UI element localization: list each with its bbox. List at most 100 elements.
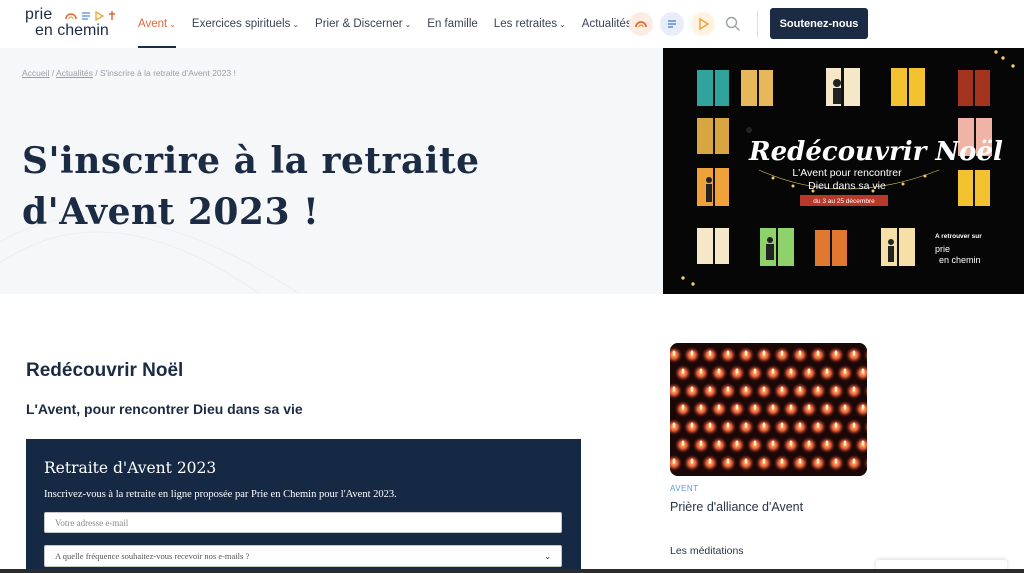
- content-subheading: L'Avent, pour rencontrer Dieu dans sa vi…: [26, 401, 303, 417]
- candle-flame: [735, 368, 739, 374]
- candle-flame: [816, 422, 820, 428]
- candle-flame: [726, 422, 730, 428]
- candle-flame: [762, 458, 766, 464]
- candle-flame: [672, 386, 676, 392]
- poster-logo-line1: prie: [935, 244, 950, 254]
- candle-flame: [717, 404, 721, 410]
- candle-flame: [852, 422, 856, 428]
- candle-flame: [699, 404, 703, 410]
- candle-flame: [726, 386, 730, 392]
- candle-flame: [834, 350, 838, 356]
- page-title-line2: d'Avent 2023 !: [22, 191, 320, 233]
- breadcrumb-current: S'inscrire à la retraite d'Avent 2023 !: [99, 68, 236, 78]
- candle-flame: [852, 458, 856, 464]
- nav-label: Prier & Discerner: [315, 18, 403, 30]
- candle-flame: [681, 404, 685, 410]
- chevron-down-icon: ⌄: [544, 551, 551, 561]
- advent-poster-graphic: Redécouvrir Noël L'Avent pour rencontrer…: [663, 48, 1024, 294]
- chevron-down-icon: ⌄: [559, 19, 566, 29]
- candle-flame: [771, 404, 775, 410]
- candle-flame: [825, 404, 829, 410]
- nav-item-famille[interactable]: En famille: [427, 0, 478, 48]
- candle-flame: [816, 386, 820, 392]
- nav-label: Exercices spirituels: [191, 18, 291, 30]
- poster-find-on: A retrouver sur: [935, 233, 982, 240]
- candle-flame: [816, 350, 820, 356]
- candle-flame: [681, 440, 685, 446]
- nav-item-actualites[interactable]: Actualités: [582, 0, 632, 48]
- candle-flame: [690, 386, 694, 392]
- candle-flame: [708, 458, 712, 464]
- candle-flame: [708, 386, 712, 392]
- breadcrumb-section[interactable]: Actualités: [56, 68, 93, 78]
- candle-flame: [780, 350, 784, 356]
- candle-flame: [861, 440, 865, 446]
- search-icon[interactable]: [724, 15, 742, 33]
- poster-dates: du 3 au 25 décembre: [813, 198, 875, 205]
- support-button[interactable]: Soutenez-nous: [770, 8, 868, 39]
- candle-flame: [771, 440, 775, 446]
- rainbow-icon[interactable]: [629, 12, 653, 36]
- candle-flame: [726, 350, 730, 356]
- candle-flame: [735, 440, 739, 446]
- candle-flame: [843, 404, 847, 410]
- candle-flame: [744, 422, 748, 428]
- site-logo[interactable]: prie en chemin: [25, 6, 125, 42]
- candle-flame: [834, 386, 838, 392]
- candle-flame: [744, 458, 748, 464]
- candle-flame: [780, 422, 784, 428]
- candle-flame: [861, 368, 865, 374]
- logo-glyphs-icon: [65, 10, 115, 21]
- candle-flame: [690, 350, 694, 356]
- nav-item-retraites[interactable]: Les retraites ⌄: [494, 0, 566, 48]
- lines-icon[interactable]: [660, 12, 684, 36]
- candle-flame: [825, 440, 829, 446]
- signup-form: Retraite d'Avent 2023 Inscrivez-vous à l…: [26, 439, 581, 573]
- candle-flame: [690, 458, 694, 464]
- site-header: prie en chemin Avent ⌄ Exercices spiritue…: [0, 0, 1024, 48]
- nav-label: Avent: [138, 18, 168, 30]
- candle-flame: [672, 458, 676, 464]
- candle-flame: [834, 458, 838, 464]
- nav-item-prier[interactable]: Prier & Discerner ⌄: [315, 0, 411, 48]
- frequency-select[interactable]: A quelle fréquence souhaitez-vous recevo…: [44, 545, 562, 567]
- meditations-title: Les méditations: [670, 545, 744, 557]
- candle-flame: [717, 368, 721, 374]
- candle-flame: [762, 386, 766, 392]
- nav-label: Actualités: [581, 18, 632, 30]
- advent-poster-image: Redécouvrir Noël L'Avent pour rencontrer…: [663, 48, 1024, 294]
- candle-flame: [699, 368, 703, 374]
- candle-flame: [789, 368, 793, 374]
- breadcrumb-home[interactable]: Accueil: [22, 68, 49, 78]
- chevron-down-icon: ⌄: [169, 19, 176, 29]
- breadcrumb-sep: /: [92, 68, 100, 78]
- candle-flame: [861, 404, 865, 410]
- category-tag[interactable]: AVENT: [670, 484, 699, 493]
- candle-flame: [735, 404, 739, 410]
- form-description: Inscrivez-vous à la retraite en ligne pr…: [44, 489, 397, 500]
- nav-item-avent[interactable]: Avent ⌄: [138, 0, 176, 48]
- play-icon[interactable]: [691, 12, 715, 36]
- candle-flame: [789, 440, 793, 446]
- poster-subtitle-2: Dieu dans sa vie: [808, 180, 886, 192]
- nav-item-exercices[interactable]: Exercices spirituels ⌄: [192, 0, 299, 48]
- poster-subtitle-1: L'Avent pour rencontrer: [792, 167, 902, 179]
- candle-flame: [843, 368, 847, 374]
- candle-flame: [780, 458, 784, 464]
- candles-image[interactable]: [670, 343, 867, 476]
- nav-label: En famille: [427, 18, 478, 30]
- page-title-line1: S'inscrire à la retraite: [22, 140, 480, 182]
- main-nav: Avent ⌄ Exercices spirituels ⌄ Prier & Dis…: [138, 0, 648, 48]
- candle-flame: [807, 440, 811, 446]
- candle-flame: [789, 404, 793, 410]
- card-title[interactable]: Prière d'alliance d'Avent: [670, 500, 803, 514]
- candle-flame: [753, 404, 757, 410]
- candle-flame: [816, 458, 820, 464]
- email-field[interactable]: [44, 512, 562, 533]
- candle-flame: [798, 422, 802, 428]
- candle-flame: [780, 386, 784, 392]
- candle-flame: [807, 404, 811, 410]
- candle-flame: [672, 350, 676, 356]
- poster-logo-line2: en chemin: [939, 255, 981, 265]
- candle-flame: [681, 368, 685, 374]
